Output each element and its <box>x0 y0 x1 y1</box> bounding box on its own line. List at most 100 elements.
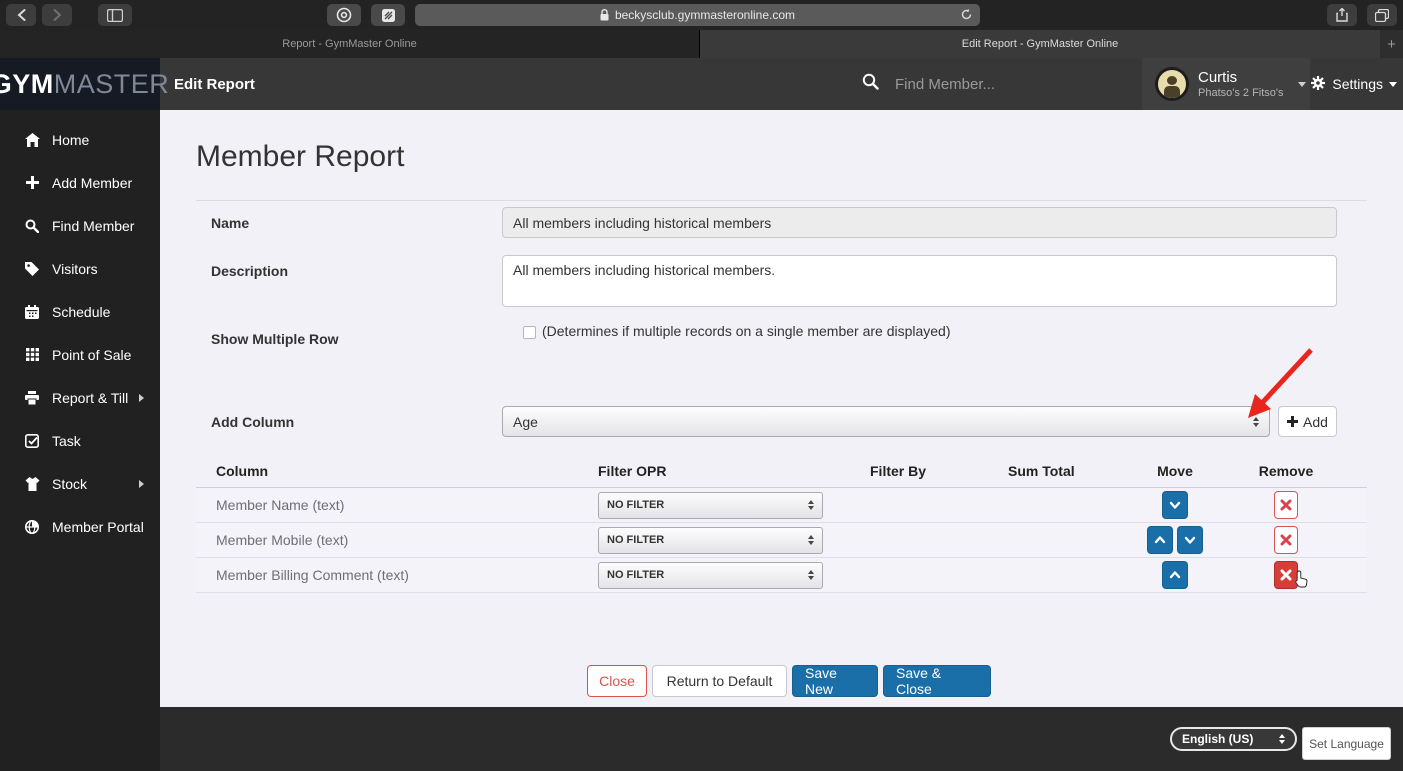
url-text: beckysclub.gymmasteronline.com <box>614 8 796 22</box>
search-icon <box>862 73 879 95</box>
plus-icon <box>1287 414 1299 430</box>
add-column-button[interactable]: Add <box>1278 406 1337 437</box>
show-multiple-row-label: Show Multiple Row <box>211 331 339 347</box>
set-language-button[interactable]: Set Language <box>1302 727 1391 760</box>
filter-opr-select[interactable]: NO FILTER <box>598 561 823 589</box>
sidebar-item-stock[interactable]: Stock <box>0 462 160 505</box>
tabs-overview-icon[interactable] <box>1367 4 1397 26</box>
add-column-label: Add Column <box>211 414 295 430</box>
user-name: Curtis <box>1198 69 1238 86</box>
gear-icon <box>1310 75 1326 94</box>
divider <box>196 200 1367 201</box>
grid-icon <box>24 347 40 363</box>
back-button[interactable] <box>6 4 36 26</box>
screen: beckysclub.gymmasteronline.com Report - … <box>0 0 1403 771</box>
calendar-icon <box>24 304 40 320</box>
chevron-down-icon <box>1297 81 1306 87</box>
move-down-button[interactable] <box>1177 526 1203 554</box>
footer: English (US) Set Language <box>160 707 1403 771</box>
table-row: Member Name (text) NO FILTER <box>196 488 1367 523</box>
settings-menu[interactable]: Settings <box>1310 58 1397 110</box>
settings-label: Settings <box>1332 76 1383 92</box>
table-row: Member Mobile (text) NO FILTER <box>196 523 1367 558</box>
select-spinner-icon <box>808 570 814 580</box>
lock-icon <box>600 9 609 21</box>
page-title: Edit Report <box>174 75 255 93</box>
new-tab-button[interactable]: + <box>1380 30 1403 58</box>
table-row: Member Billing Comment (text) NO FILTER <box>196 558 1367 593</box>
table-header-row: Column Filter OPR Filter By Sum Total Mo… <box>196 455 1367 488</box>
user-club: Phatso's 2 Fitso's <box>1198 87 1284 99</box>
url-bar[interactable]: beckysclub.gymmasteronline.com <box>415 4 980 26</box>
remove-button-hovered[interactable] <box>1274 561 1298 589</box>
browser-tab-edit-report[interactable]: Edit Report - GymMaster Online <box>700 30 1380 58</box>
add-column-selected-value: Age <box>513 413 538 430</box>
name-field[interactable] <box>502 207 1337 238</box>
column-name: Member Mobile (text) <box>216 532 349 548</box>
select-spinner-icon <box>808 500 814 510</box>
close-button[interactable]: Close <box>587 665 647 697</box>
tab-bar: Report - GymMaster Online Edit Report - … <box>0 30 1403 58</box>
sidebar-item-point-of-sale[interactable]: Point of Sale <box>0 333 160 376</box>
report-heading: Member Report <box>196 140 405 173</box>
sidebar-item-member-portal[interactable]: Member Portal <box>0 505 160 548</box>
sidebar-item-schedule[interactable]: Schedule <box>0 290 160 333</box>
select-spinner-icon <box>808 535 814 545</box>
sidebar: Home Add Member Find Member Visitors Sch… <box>0 110 160 771</box>
show-multiple-row-hint: (Determines if multiple records on a sin… <box>542 323 951 339</box>
gymmaster-logo[interactable]: GYM MASTER <box>0 58 169 110</box>
sidebar-item-find-member[interactable]: Find Member <box>0 204 160 247</box>
save-new-button[interactable]: Save New <box>792 665 878 697</box>
sidebar-item-task[interactable]: Task <box>0 419 160 462</box>
language-select[interactable]: English (US) <box>1170 727 1297 751</box>
extension-icon[interactable] <box>371 4 405 26</box>
user-menu[interactable]: Curtis Phatso's 2 Fitso's <box>1142 58 1310 110</box>
filter-opr-select[interactable]: NO FILTER <box>598 491 823 519</box>
select-spinner-icon <box>1279 734 1285 744</box>
select-spinner-icon <box>1253 416 1259 427</box>
col-header-sum-total: Sum Total <box>1008 463 1075 479</box>
search-icon <box>24 218 40 234</box>
task-icon <box>24 433 40 449</box>
extension-icon[interactable] <box>327 4 361 26</box>
chevron-right-icon <box>139 393 144 402</box>
printer-icon <box>24 390 40 406</box>
refresh-icon[interactable] <box>960 8 973 24</box>
user-avatar <box>1155 67 1189 101</box>
forward-button[interactable] <box>42 4 72 26</box>
column-name: Member Billing Comment (text) <box>216 567 409 583</box>
report-columns-table: Column Filter OPR Filter By Sum Total Mo… <box>196 455 1367 593</box>
column-name: Member Name (text) <box>216 497 345 513</box>
sidebar-item-add-member[interactable]: Add Member <box>0 161 160 204</box>
sidebar-item-report-till[interactable]: Report & Till <box>0 376 160 419</box>
browser-tab-report[interactable]: Report - GymMaster Online <box>0 30 700 58</box>
col-header-move: Move <box>1157 463 1193 479</box>
chevron-down-icon <box>1389 81 1397 87</box>
tag-icon <box>24 261 40 277</box>
return-to-default-button[interactable]: Return to Default <box>652 665 787 697</box>
filter-opr-select[interactable]: NO FILTER <box>598 526 823 554</box>
add-column-select[interactable]: Age <box>502 406 1270 437</box>
sidebar-item-visitors[interactable]: Visitors <box>0 247 160 290</box>
plus-icon <box>24 175 40 191</box>
save-close-button[interactable]: Save & Close <box>883 665 991 697</box>
form-actions: Close Return to Default Save New Save & … <box>587 665 991 697</box>
remove-button[interactable] <box>1274 491 1298 519</box>
description-label: Description <box>211 263 289 279</box>
show-multiple-row-checkbox[interactable] <box>523 326 536 339</box>
col-header-filter-opr: Filter OPR <box>598 463 667 479</box>
language-selected-value: English (US) <box>1182 732 1254 746</box>
sidebar-toggle-icon[interactable] <box>98 4 132 26</box>
find-member-input[interactable] <box>895 75 1105 93</box>
member-search <box>862 58 1105 110</box>
share-icon[interactable] <box>1327 4 1357 26</box>
remove-button[interactable] <box>1274 526 1298 554</box>
browser-chrome: beckysclub.gymmasteronline.com <box>0 0 1403 30</box>
move-up-button[interactable] <box>1162 561 1188 589</box>
description-field[interactable]: All members including historical members… <box>502 255 1337 307</box>
move-up-button[interactable] <box>1147 526 1173 554</box>
sidebar-item-home[interactable]: Home <box>0 118 160 161</box>
move-down-button[interactable] <box>1162 491 1188 519</box>
globe-icon <box>24 519 40 535</box>
home-icon <box>24 132 40 148</box>
